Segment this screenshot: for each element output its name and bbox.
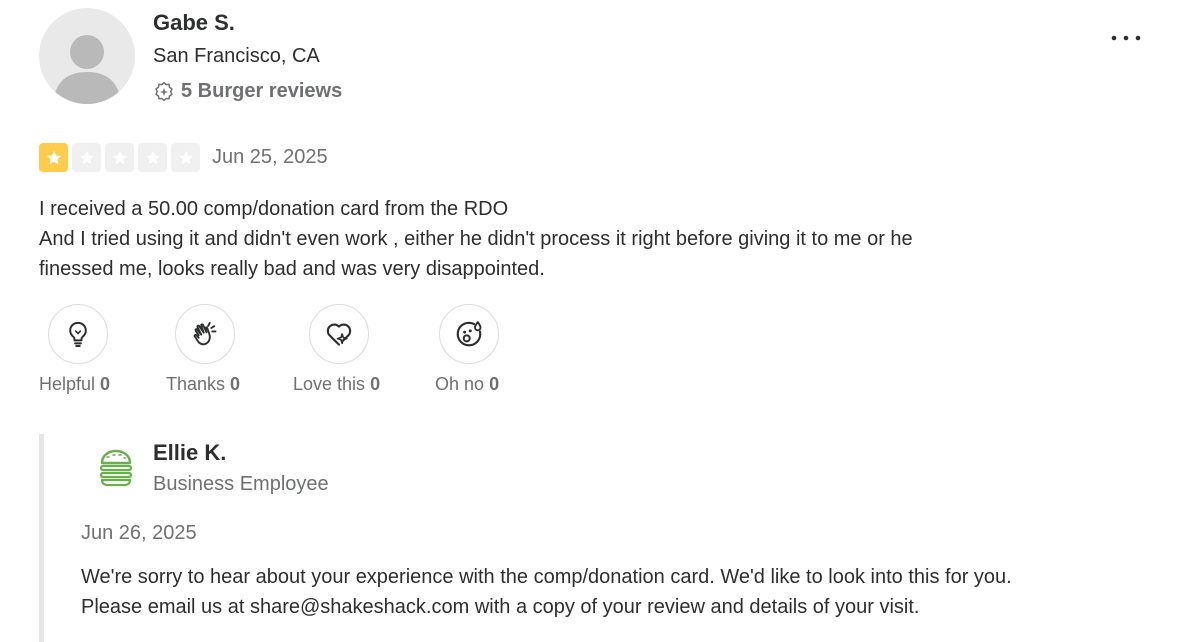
thanks-count: 0 [230,374,241,394]
helpful-count: 0 [100,374,111,394]
review-text: I received a 50.00 comp/donation card fr… [39,194,1039,284]
reviewer-review-count: 5 Burger reviews [153,80,342,103]
heart-icon [326,323,352,346]
oh-no-count: 0 [489,374,500,394]
more-options-icon [1111,35,1141,41]
star-rating [39,143,200,172]
reaction-thanks-label: Thanks 0 [166,374,240,395]
star-icon [39,143,68,172]
reaction-helpful[interactable]: Helpful 0 [39,304,117,395]
review-date: Jun 25, 2025 [212,146,328,168]
reviewer-name[interactable]: Gabe S. [153,10,235,36]
lightbulb-icon [69,321,87,348]
reaction-love-this[interactable]: Love this 0 [293,304,380,395]
reaction-thanks[interactable]: Thanks 0 [166,304,240,395]
burger-logo-icon[interactable] [94,446,138,490]
helpful-button[interactable] [48,304,108,364]
reaction-helpful-label: Helpful 0 [39,374,110,395]
review-text-line: And I tried using it and didn't even wor… [39,228,913,250]
reply-author-role: Business Employee [153,473,329,495]
love-this-count: 0 [370,374,381,394]
reaction-bar: Helpful 0 Thanks 0 Love this 0 Oh no 0 [39,304,579,404]
love-this-button[interactable] [309,304,369,364]
reaction-oh-no-label: Oh no 0 [435,374,499,395]
thanks-button[interactable] [175,304,235,364]
thanks-label: Thanks [166,374,226,394]
star-icon [138,143,167,172]
review-text-line: I received a 50.00 comp/donation card fr… [39,198,509,220]
reply-text-line: Please email us at share@shakeshack.com … [81,596,920,618]
business-reply: Ellie K. Business Employee Jun 26, 2025 … [39,434,1164,642]
reaction-love-label: Love this 0 [293,374,380,395]
clapping-hands-icon [193,322,217,346]
helpful-label: Helpful [39,374,96,394]
default-user-icon [53,35,121,104]
reaction-oh-no[interactable]: Oh no 0 [435,304,499,395]
reviewer-location: San Francisco, CA [153,45,320,67]
review-count-label: 5 Burger reviews [181,80,343,102]
star-icon [72,143,101,172]
surprised-face-icon [456,321,482,347]
reply-author-name: Ellie K. [153,440,227,465]
oh-no-button[interactable] [439,304,499,364]
review-text-line: finessed me, looks really bad and was ve… [39,258,545,280]
more-options-button[interactable] [1106,25,1146,51]
star-icon [105,143,134,172]
reply-date: Jun 26, 2025 [81,522,197,544]
reply-text-line: We're sorry to hear about your experienc… [81,566,1012,588]
reply-text: We're sorry to hear about your experienc… [81,562,1161,622]
oh-no-label: Oh no [435,374,485,394]
love-this-label: Love this [293,374,366,394]
star-icon [171,143,200,172]
badge-icon [153,81,175,103]
reviewer-avatar[interactable] [39,8,135,104]
